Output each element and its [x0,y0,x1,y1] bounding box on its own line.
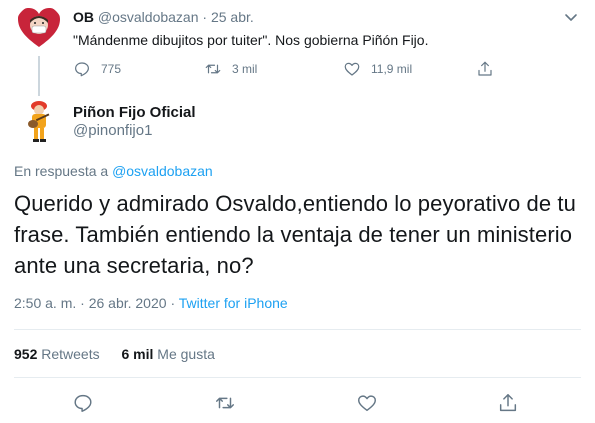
retweet-button[interactable]: 3 mil [204,59,257,79]
author-name[interactable]: Piñon Fijo Oficial [73,103,196,122]
avatar[interactable] [15,96,63,144]
tweet-metadata: 2:50 a. m. · 26 abr. 2020 · Twitter for … [14,294,288,312]
tweet-source[interactable]: Twitter for iPhone [179,295,288,311]
heart-icon [344,62,360,76]
heart-icon [358,395,376,412]
separator-dot: · [170,295,176,311]
tweet-timestamp[interactable]: 2:50 a. m. · 26 abr. 2020 [14,295,167,311]
likes-count[interactable]: 6 mil [122,346,154,362]
thread-connector-line [38,56,40,96]
like-count: 11,9 mil [371,62,413,76]
share-icon [478,61,492,76]
retweet-count: 3 mil [232,62,258,76]
parent-tweet[interactable]: OB @osvaldobazan · 25 abr. "Mándenme dib… [0,0,595,90]
retweets-count[interactable]: 952 [14,346,37,362]
tweet-date[interactable]: 25 abr. [211,9,254,25]
separator-dot: · [202,9,208,25]
share-button[interactable] [476,59,494,79]
avatar[interactable] [15,4,63,52]
replying-to-handle[interactable]: @osvaldobazan [112,163,213,179]
author-handle[interactable]: @pinonfijo1 [73,121,152,140]
reply-icon [74,394,92,412]
author-name[interactable]: OB [73,9,94,25]
tweet-stats: 952 Retweets 6 mil Me gusta [14,345,233,363]
reply-button[interactable] [72,392,96,416]
retweets-label[interactable]: Retweets [41,346,99,362]
tweet-actions [14,392,581,416]
reply-count: 775 [101,62,122,76]
like-button[interactable] [356,392,380,416]
share-button[interactable] [497,392,521,416]
replying-prefix: En respuesta a [14,163,109,179]
parent-tweet-header: OB @osvaldobazan · 25 abr. [73,8,254,26]
tweet-text: Querido y admirado Osvaldo,entiendo lo p… [14,191,576,278]
retweet-icon [216,397,234,409]
likes-label[interactable]: Me gusta [157,346,215,362]
tweet-actions: 775 3 mil 11,9 mil [73,59,513,79]
retweet-button[interactable] [214,392,238,416]
retweet-icon [205,64,221,74]
chevron-down-icon[interactable] [561,7,581,27]
replying-to: En respuesta a @osvaldobazan [14,162,213,180]
tweet-text: "Mándenme dibujitos por tuiter". Nos gob… [73,32,429,48]
reply-button[interactable]: 775 [73,59,121,79]
author-handle[interactable]: @osvaldobazan [98,9,199,25]
divider [14,377,581,378]
reply-icon [75,62,89,77]
divider [14,329,581,330]
like-button[interactable]: 11,9 mil [343,59,412,79]
share-icon [499,394,517,412]
